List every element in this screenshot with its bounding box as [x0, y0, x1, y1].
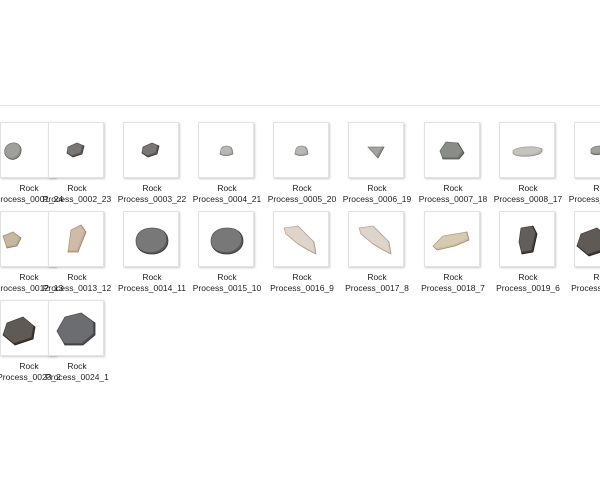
file-name-label: RockProcess_0009_16: [553, 183, 600, 204]
file-thumbnail[interactable]: [424, 122, 480, 178]
dark-round-pebble-icon: [134, 226, 169, 255]
gray-green-rock-icon: [438, 140, 465, 160]
file-thumbnail[interactable]: [424, 211, 480, 267]
dark-round-pebble-icon: [209, 226, 244, 255]
file-thumbnail[interactable]: [574, 122, 600, 178]
light-gray-pebble-icon: [293, 144, 309, 156]
file-thumbnail[interactable]: [198, 211, 254, 267]
file-thumbnail[interactable]: [499, 122, 555, 178]
file-thumbnail[interactable]: [499, 211, 555, 267]
file-thumbnail[interactable]: [123, 122, 179, 178]
file-thumbnail[interactable]: [48, 300, 104, 356]
file-name-line1: Rock: [67, 361, 87, 371]
view-divider: [0, 105, 600, 106]
file-thumbnail[interactable]: [574, 211, 600, 267]
file-item[interactable]: RockProcess_0020_5: [565, 211, 600, 297]
gray-triangular-rock-icon: [366, 145, 385, 159]
dark-slate-rock-icon: [55, 311, 96, 346]
pale-shell-rock-icon: [357, 224, 392, 255]
file-thumbnail[interactable]: [48, 211, 104, 267]
file-name-line2: Process_0020_5: [571, 282, 600, 293]
file-name-line1: Rock: [593, 272, 600, 282]
flat-gray-pebble-icon: [511, 145, 543, 157]
dark-tall-rock-icon: [517, 224, 538, 255]
dark-brown-rock-icon: [575, 226, 600, 257]
light-gray-pebble-icon: [218, 144, 234, 156]
file-thumbnail[interactable]: [123, 211, 179, 267]
file-item[interactable]: RockProcess_0009_16: [565, 122, 600, 208]
file-name-line2: Process_0024_1: [45, 371, 109, 382]
file-item[interactable]: Rock Process_0024_1: [39, 300, 115, 386]
file-name-label: Rock Process_0024_1: [27, 361, 127, 382]
file-thumbnail[interactable]: [273, 122, 329, 178]
file-thumbnail[interactable]: [48, 122, 104, 178]
file-name-line2: Process_0009_16: [568, 193, 600, 204]
beige-rock-icon: [66, 223, 87, 253]
file-name-line1: Rock: [593, 183, 600, 193]
file-thumbnail[interactable]: [348, 122, 404, 178]
flat-tan-rock-icon: [431, 230, 470, 251]
pale-shell-rock-icon: [282, 224, 317, 255]
file-thumbnail[interactable]: [198, 122, 254, 178]
file-explorer-view: Rock Process_0001_24 Rock Process_0002_23 Ro…: [0, 0, 600, 500]
gray-pebble-icon: [589, 144, 600, 156]
dark-gray-rock-icon: [65, 141, 85, 158]
file-thumbnail[interactable]: [348, 211, 404, 267]
dark-gray-rock-icon: [140, 141, 160, 158]
file-name-label: RockProcess_0020_5: [553, 272, 600, 293]
file-thumbnail[interactable]: [273, 211, 329, 267]
